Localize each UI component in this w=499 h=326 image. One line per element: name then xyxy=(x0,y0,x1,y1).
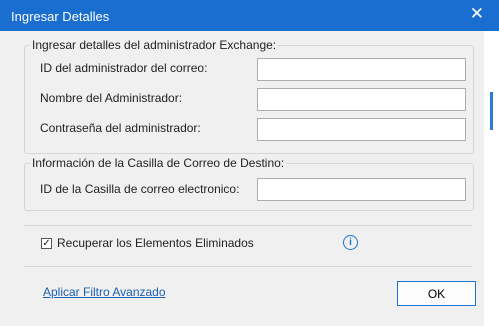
ok-button[interactable]: OK xyxy=(397,281,476,306)
admin-name-label: Nombre del Administrador: xyxy=(40,91,183,105)
close-icon[interactable]: ✕ xyxy=(470,4,484,24)
window-title: Ingresar Detalles xyxy=(11,9,110,24)
admin-details-legend: Ingresar detalles del administrador Exch… xyxy=(32,38,277,52)
admin-email-id-input[interactable] xyxy=(257,58,466,81)
admin-email-id-label: ID del administrador del correo: xyxy=(40,61,208,75)
mailbox-id-input[interactable] xyxy=(257,178,466,201)
destination-mailbox-legend: Información de la Casilla de Correo de D… xyxy=(32,156,285,170)
side-strip xyxy=(484,31,499,326)
side-indicator xyxy=(490,92,493,130)
admin-password-label: Contraseña del administrador: xyxy=(40,121,201,135)
advanced-filter-link[interactable]: Aplicar Filtro Avanzado xyxy=(43,285,166,299)
recover-deleted-checkbox[interactable]: ✓ xyxy=(41,238,52,249)
ingresar-detalles-dialog: Ingresar Detalles ✕ Ingresar detalles de… xyxy=(0,0,499,326)
admin-password-input[interactable] xyxy=(257,118,466,141)
info-icon[interactable]: i xyxy=(343,235,358,250)
title-bar: Ingresar Detalles ✕ xyxy=(0,0,499,31)
mailbox-id-label: ID de la Casilla de correo electronico: xyxy=(40,182,240,196)
recover-deleted-label[interactable]: Recuperar los Elementos Eliminados xyxy=(57,236,254,250)
divider-top xyxy=(24,225,472,226)
admin-name-input[interactable] xyxy=(257,88,466,111)
divider-bottom xyxy=(24,266,472,267)
